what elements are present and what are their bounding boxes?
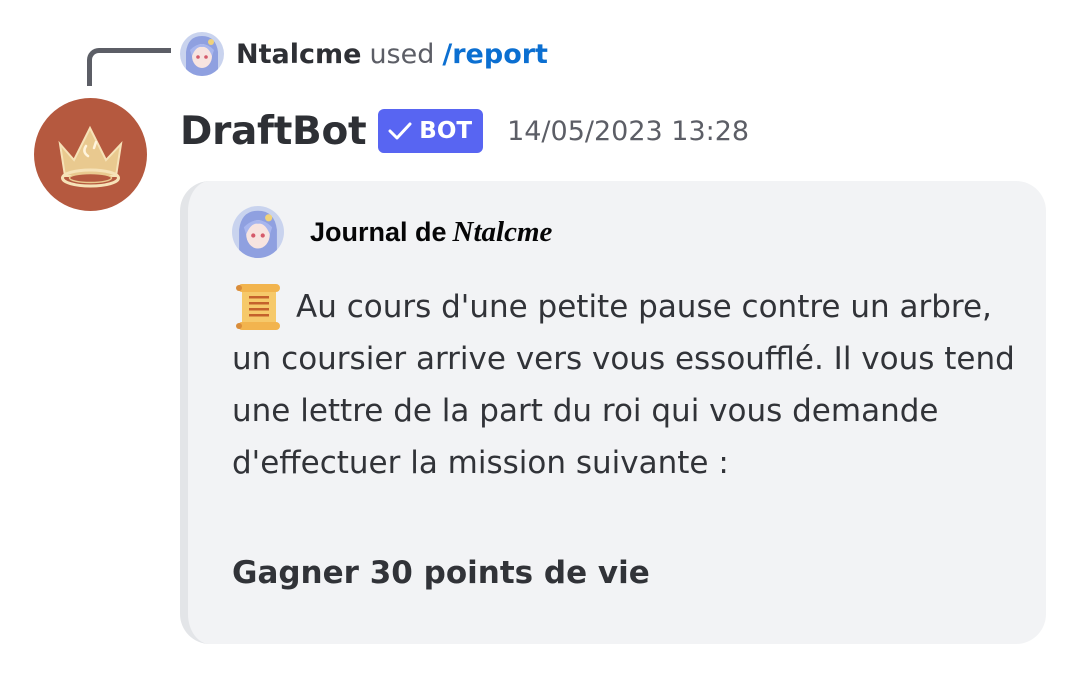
author-name[interactable]: DraftBot	[180, 109, 367, 154]
embed-author-title: Journal de Ntalcme	[310, 216, 552, 249]
bot-avatar[interactable]	[34, 98, 147, 211]
message-timestamp: 14/05/2023 13:28	[507, 115, 750, 147]
embed-author-prefix: Journal de	[310, 216, 447, 247]
verified-check-icon	[388, 122, 412, 140]
reply-used-text: used	[369, 38, 435, 70]
embed-author-name: Ntalcme	[452, 215, 553, 248]
slash-command-link[interactable]: /report	[442, 39, 548, 70]
crown-icon	[58, 125, 123, 188]
reply-username[interactable]: Ntalcme	[236, 39, 361, 70]
embed-mission: Gagner 30 points de vie	[232, 555, 650, 591]
command-reply-header[interactable]: Ntalcme used /report	[180, 31, 548, 77]
bot-badge-label: BOT	[419, 118, 473, 144]
anime-avatar-icon[interactable]	[180, 32, 224, 76]
chat-message: Ntalcme used /report DraftBot BOT 14/05/…	[0, 0, 1080, 692]
embed-description-text: Au cours d'une petite pause contre un ar…	[232, 289, 1015, 481]
anime-avatar-icon	[232, 206, 284, 258]
embed-author: Journal de Ntalcme	[232, 203, 552, 261]
scroll-icon	[232, 281, 286, 333]
message-embed: Journal de Ntalcme Au cours d'une petite …	[180, 181, 1046, 644]
message-header: DraftBot BOT 14/05/2023 13:28	[180, 104, 749, 158]
reply-connector	[87, 48, 171, 86]
bot-badge: BOT	[378, 109, 484, 153]
embed-description: Au cours d'une petite pause contre un ar…	[232, 281, 1032, 489]
